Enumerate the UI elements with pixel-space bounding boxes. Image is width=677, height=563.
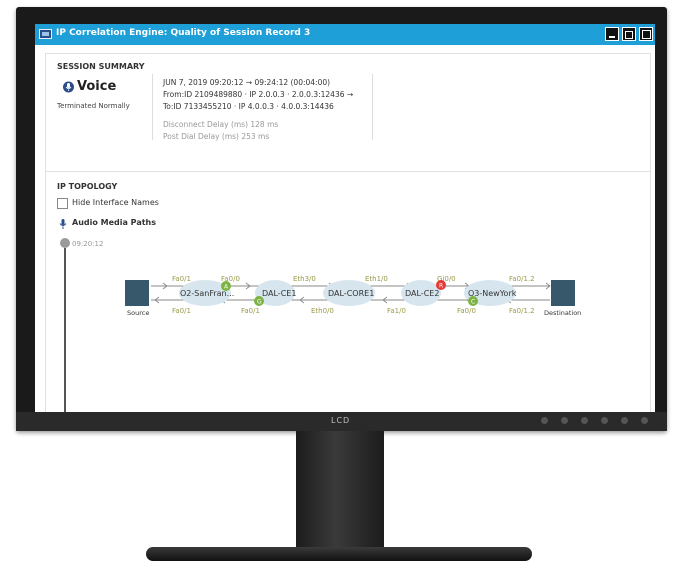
interface-label: Fa1/0 bbox=[387, 307, 406, 315]
monitor-stand-neck bbox=[296, 431, 384, 549]
node-label: DAL-CORE1 bbox=[328, 289, 374, 298]
interface-label: Fa0/1 bbox=[172, 275, 191, 283]
topology-diagram: Source Destination O2-SanFran... DAL-CE1… bbox=[125, 275, 581, 317]
monitor-stand-base bbox=[146, 547, 532, 561]
monitor-button bbox=[621, 417, 628, 424]
monitor-button bbox=[561, 417, 568, 424]
app-window: IP Correlation Engine: Quality of Sessio… bbox=[35, 24, 655, 412]
badge-letter: G bbox=[257, 299, 262, 306]
destination-label: Destination bbox=[544, 309, 581, 317]
monitor-button bbox=[601, 417, 608, 424]
status-badge: A bbox=[221, 281, 231, 291]
interface-label: Fa0/0 bbox=[457, 307, 476, 315]
interface-label: Fa0/1.2 bbox=[509, 275, 535, 283]
monitor-button bbox=[581, 417, 588, 424]
status-badge: G bbox=[254, 296, 264, 306]
source-endpoint bbox=[125, 280, 149, 306]
badge-letter: C bbox=[471, 299, 475, 306]
interface-label: Eth3/0 bbox=[293, 275, 316, 283]
interface-label: Fa0/1.2 bbox=[509, 307, 535, 315]
node-label: DAL-CE2 bbox=[405, 289, 439, 298]
interface-label: Fa0/1 bbox=[172, 307, 191, 315]
interface-label: Fa0/1 bbox=[241, 307, 260, 315]
interface-label: Eth1/0 bbox=[365, 275, 388, 283]
monitor-brand: LCD bbox=[331, 416, 351, 425]
destination-endpoint bbox=[551, 280, 575, 306]
monitor-button bbox=[541, 417, 548, 424]
status-badge: R bbox=[436, 280, 446, 290]
status-badge: C bbox=[468, 296, 478, 306]
badge-letter: R bbox=[439, 283, 443, 290]
monitor-button bbox=[641, 417, 648, 424]
source-label: Source bbox=[127, 309, 149, 317]
interface-label: Eth0/0 bbox=[311, 307, 334, 315]
node-label: DAL-CE1 bbox=[262, 289, 296, 298]
